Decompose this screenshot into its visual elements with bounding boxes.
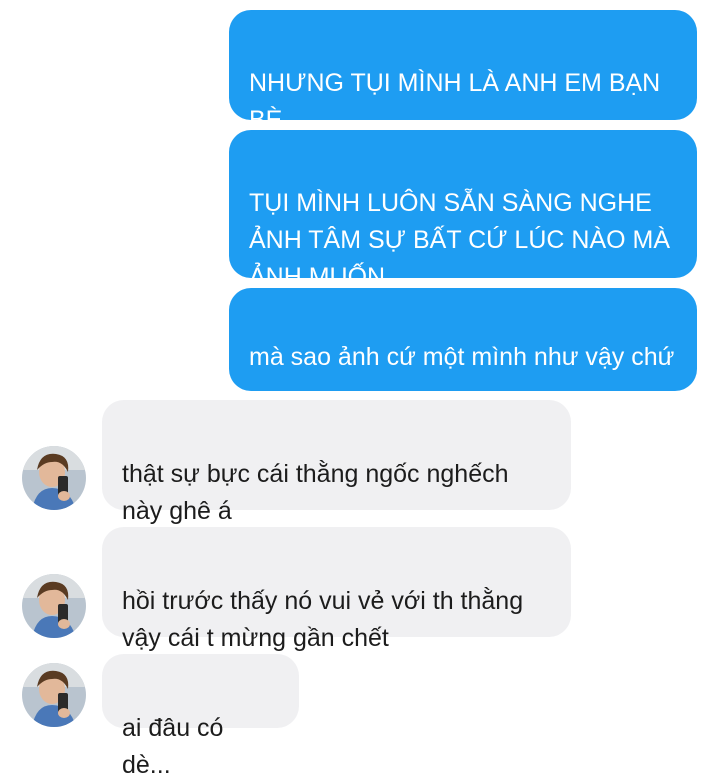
message-text: mà sao ảnh cứ một mình như vậy chứ bbox=[249, 343, 675, 371]
avatar[interactable] bbox=[22, 663, 86, 727]
outgoing-message[interactable]: TỤI MÌNH LUÔN SẴN SÀNG NGHE ẢNH TÂM SỰ B… bbox=[229, 130, 697, 291]
message-text: hồi trước thấy nó vui vẻ với th thằng vậ… bbox=[122, 587, 524, 652]
outgoing-message[interactable]: mà sao ảnh cứ một mình như vậy chứ bbox=[229, 288, 697, 475]
message-text: ai đâu có dè... bbox=[122, 714, 224, 779]
profile-photo-icon bbox=[22, 663, 86, 727]
message-text: TỤI MÌNH LUÔN SẴN SÀNG NGHE ẢNH TÂM SỰ B… bbox=[249, 189, 671, 291]
message-text: thật sự bực cái thằng ngốc nghếch này gh… bbox=[122, 460, 509, 525]
avatar[interactable] bbox=[22, 446, 86, 510]
avatar[interactable] bbox=[22, 574, 86, 638]
incoming-message[interactable]: thật sự bực cái thằng ngốc nghếch này gh… bbox=[102, 400, 571, 525]
profile-photo-icon bbox=[22, 446, 86, 510]
incoming-message[interactable]: ai đâu có dè... bbox=[102, 654, 299, 779]
profile-photo-icon bbox=[22, 574, 86, 638]
incoming-message[interactable]: hồi trước thấy nó vui vẻ với th thằng vậ… bbox=[102, 527, 571, 652]
outgoing-message[interactable]: NHƯNG TỤI MÌNH LÀ ANH EM BẠN BÈ THÂN THI… bbox=[229, 10, 697, 171]
